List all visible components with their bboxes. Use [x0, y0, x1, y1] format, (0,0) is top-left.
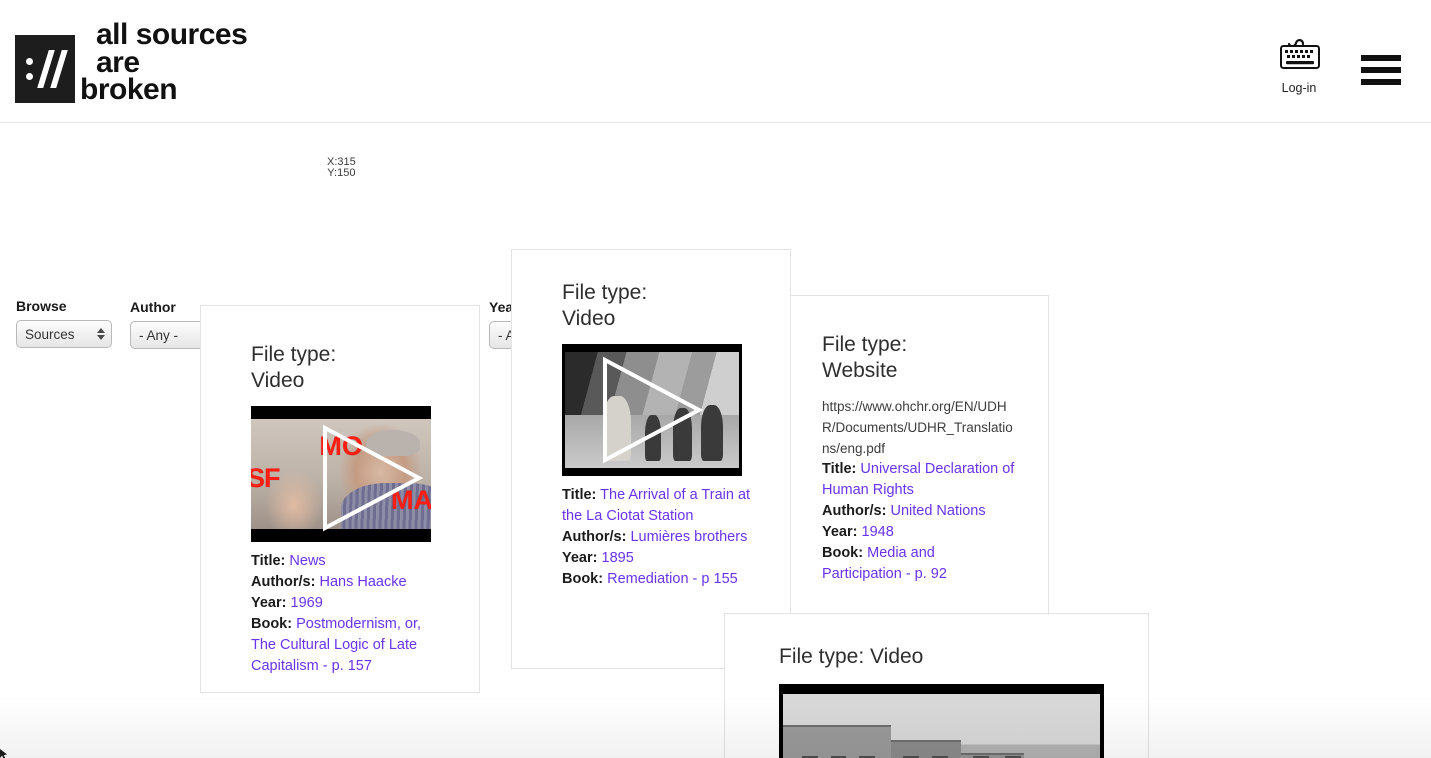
book-label: Book: [822, 545, 864, 561]
authors-value[interactable]: Hans Haacke [319, 574, 406, 590]
file-type-label: File type: [251, 343, 337, 366]
file-type-value: Video [251, 369, 305, 392]
authors-label: Author/s: [251, 574, 316, 590]
filter-bar: Browse Sources Author - Any - Year - Any… [0, 123, 1431, 349]
file-type-heading: File type: Website [822, 332, 1018, 384]
meta-year-row: Year: 1969 [251, 593, 449, 614]
browse-select-wrap: Sources [16, 320, 112, 348]
result-card[interactable]: File type: Video [511, 249, 791, 669]
meta-title-row: Title: News [251, 551, 449, 572]
website-url[interactable]: https://www.ohchr.org/EN/UDHR/Documents/… [822, 396, 1018, 459]
year-value[interactable]: 1948 [862, 524, 894, 540]
year-label: Year: [822, 524, 858, 540]
title-label: Title: [562, 487, 597, 503]
meta-book-row: Book: Postmodernism, or, The Cultural Lo… [251, 614, 449, 677]
wordmark-line-2: are [96, 45, 140, 79]
file-type-heading: File type: Video [562, 280, 760, 332]
book-label: Book: [562, 571, 604, 587]
meta-authors-row: Author/s: Hans Haacke [251, 572, 449, 593]
card-metadata: Title: Universal Declaration of Human Ri… [822, 459, 1018, 585]
file-type-label: File type: [822, 333, 908, 356]
title-value[interactable]: News [289, 553, 325, 569]
title-label: Title: [251, 553, 286, 569]
title-label: Title: [822, 461, 857, 477]
file-type-heading: File type: Video [779, 645, 924, 668]
result-card[interactable]: File type: Website https://www.ohchr.org… [769, 295, 1049, 615]
file-type-label: File type: [562, 281, 648, 304]
video-thumbnail-factory-exterior [779, 684, 1104, 758]
meta-authors-row: Author/s: United Nations [822, 501, 1018, 522]
protocol-slashes-logo-icon [15, 35, 75, 103]
login-button[interactable]: Log-in [1273, 37, 1325, 95]
file-type-value: Website [822, 359, 898, 382]
authors-value[interactable]: United Nations [890, 503, 985, 519]
thumb-overlay-text-sf: SF [251, 463, 281, 493]
meta-year-row: Year: 1895 [562, 548, 760, 569]
result-card[interactable]: File type: Video [724, 613, 1149, 758]
file-type-heading: File type: Video [251, 342, 449, 394]
meta-book-row: Book: Media and Participation - p. 92 [822, 543, 1018, 585]
book-label: Book: [251, 616, 293, 632]
year-label: Year: [562, 550, 598, 566]
file-type-value: Video [562, 307, 616, 330]
book-value[interactable]: Remediation - p 155 [607, 571, 738, 587]
brand-logo-link[interactable]: all sources are broken [15, 20, 248, 118]
meta-year-row: Year: 1948 [822, 522, 1018, 543]
login-label: Log-in [1281, 81, 1317, 95]
year-label: Year: [251, 595, 287, 611]
cursor-coordinate-overlay: X:315 Y:150 [327, 156, 356, 179]
meta-authors-row: Author/s: Lumières brothers [562, 527, 760, 548]
video-thumbnail[interactable] [779, 684, 1104, 758]
browse-label: Browse [16, 298, 67, 314]
hamburger-menu-icon[interactable] [1361, 55, 1401, 85]
year-value[interactable]: 1895 [602, 550, 634, 566]
card-metadata: Title: The Arrival of a Train at the La … [562, 485, 760, 590]
wordmark-line-3: broken [80, 73, 178, 107]
meta-book-row: Book: Remediation - p 155 [562, 569, 760, 590]
keyboard-icon [1273, 37, 1325, 77]
site-header: all sources are broken Log-in [0, 0, 1431, 123]
site-wordmark: all sources are broken [80, 18, 248, 105]
card-metadata: Title: News Author/s: Hans Haacke Year: … [251, 551, 449, 677]
authors-value[interactable]: Lumières brothers [630, 529, 747, 545]
filter-browse: Browse Sources [16, 298, 112, 348]
page-root: all sources are broken Log-in Browse Sou… [0, 0, 1431, 758]
video-thumbnail[interactable]: SF MO MA [251, 406, 431, 542]
cursor-arrow-icon [0, 749, 7, 758]
wordmark-line-1: all sources [96, 18, 248, 51]
video-thumbnail[interactable] [562, 344, 742, 476]
authors-label: Author/s: [562, 529, 627, 545]
meta-title-row: Title: Universal Declaration of Human Ri… [822, 459, 1018, 501]
browse-select[interactable]: Sources [16, 320, 112, 348]
header-actions: Log-in [1273, 37, 1401, 95]
meta-title-row: Title: The Arrival of a Train at the La … [562, 485, 760, 527]
year-value[interactable]: 1969 [291, 595, 323, 611]
bottom-fade [0, 696, 1431, 758]
authors-label: Author/s: [822, 503, 887, 519]
result-card[interactable]: File type: Video SF MO MA Title: News Au… [200, 305, 480, 693]
